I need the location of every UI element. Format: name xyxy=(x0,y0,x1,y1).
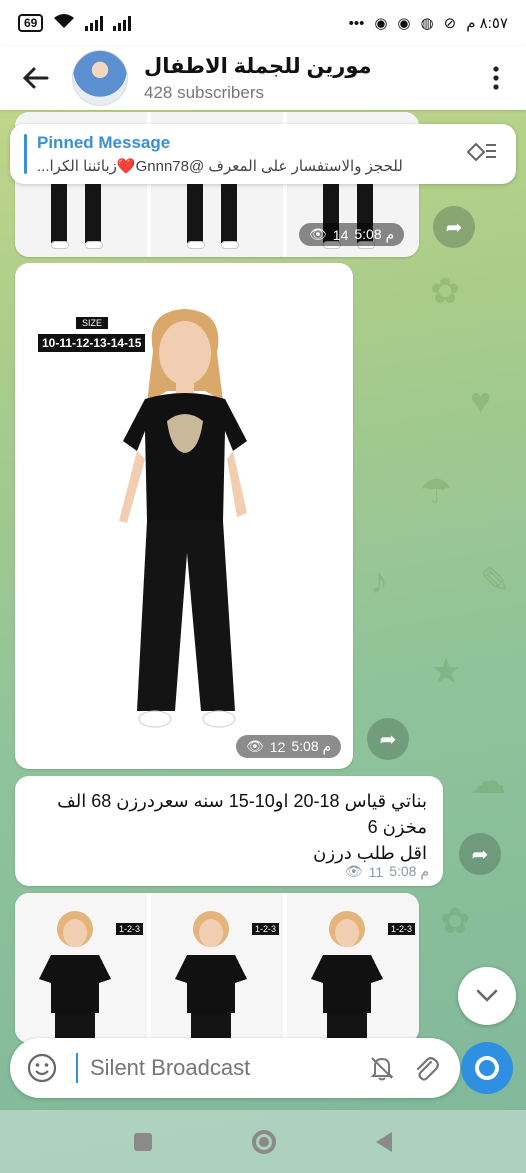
home-icon[interactable] xyxy=(252,1129,276,1154)
battery-indicator: 69 xyxy=(18,14,44,32)
photo-album-message[interactable]: 1-2-3 1-2-3 1-2-3 xyxy=(15,893,419,1043)
product-photo xyxy=(175,911,247,1043)
alarm-off-icon: ⊘ xyxy=(443,15,457,32)
subscriber-count: 428 subscribers xyxy=(144,82,265,102)
back-arrow-icon[interactable] xyxy=(0,46,72,110)
channel-avatar[interactable] xyxy=(72,50,128,106)
album-photo[interactable]: 1-2-3 xyxy=(151,893,283,1043)
view-count: 14 xyxy=(332,226,349,243)
view-count: 12 xyxy=(269,738,286,755)
message-input[interactable] xyxy=(90,1055,360,1081)
channel-title: مورين للجملة الاطفال xyxy=(144,54,372,78)
message-meta: 👁 11 5:08 م xyxy=(345,863,429,880)
wifi-icon xyxy=(53,13,75,33)
eye-icon: 👁 xyxy=(246,738,264,754)
more-notifications-icon: ••• xyxy=(348,14,365,32)
pinned-message-bar[interactable]: Pinned Message للحجز والاستفسار على المع… xyxy=(10,124,516,184)
signal-icon xyxy=(85,15,104,31)
pin-list-icon[interactable] xyxy=(462,140,502,168)
status-bar: 69 ••• ◉ ◉ ◍ ⊘ ٨:٥٧ م xyxy=(0,0,526,46)
camera-button[interactable] xyxy=(461,1042,513,1094)
message-meta: 👁 14 5:08 م xyxy=(299,223,405,246)
message-time: 5:08 م xyxy=(389,863,429,879)
view-count: 11 xyxy=(368,863,384,880)
message-time: 5:08 م xyxy=(354,226,395,242)
recents-icon[interactable] xyxy=(134,1132,152,1151)
pinned-text: للحجز والاستفسار على المعرف @Gnnn78❤️زبا… xyxy=(37,158,403,175)
product-photo xyxy=(119,309,247,728)
messenger-icon-2: ◉ xyxy=(397,15,411,32)
size-badge: 1-2-3 xyxy=(387,923,415,935)
message-time: 5:08 م xyxy=(291,738,332,754)
signal-icon-2 xyxy=(113,15,132,31)
size-badge: 1-2-3 xyxy=(251,923,279,935)
forward-icon[interactable]: ➦ xyxy=(367,718,409,760)
product-photo xyxy=(311,911,383,1043)
clock-time: ٨:٥٧ م xyxy=(466,15,508,32)
photo-message[interactable]: SIZE 10-11-12-13-14-15 👁 12 5:08 م xyxy=(15,263,353,769)
forward-icon[interactable]: ➦ xyxy=(459,833,501,875)
pinned-indicator xyxy=(24,134,27,174)
chevron-down-icon xyxy=(476,989,498,1002)
message-composer xyxy=(10,1038,460,1098)
channel-info[interactable]: مورين للجملة الاطفال 428 subscribers xyxy=(144,54,466,103)
more-menu-icon[interactable] xyxy=(466,46,526,110)
emoji-icon[interactable] xyxy=(22,1048,62,1088)
camera-icon xyxy=(475,1056,499,1080)
eye-icon: 👁 xyxy=(309,226,327,242)
size-badge: 1-2-3 xyxy=(115,923,143,935)
back-icon[interactable] xyxy=(376,1131,392,1152)
album-photo[interactable]: 1-2-3 xyxy=(287,893,419,1043)
scroll-to-bottom-button[interactable] xyxy=(458,967,516,1025)
system-navigation-bar xyxy=(0,1110,526,1173)
message-meta: 👁 12 5:08 م xyxy=(236,735,342,758)
chat-header: مورين للجملة الاطفال 428 subscribers xyxy=(0,46,526,110)
message-line: بناتي قياس 18-20 او10-15 سنه سعردرزن 68 … xyxy=(57,791,427,811)
chat-icon: ◍ xyxy=(420,15,434,32)
message-line: مخزن 6 xyxy=(367,817,427,837)
silent-bell-icon[interactable] xyxy=(360,1046,404,1090)
messenger-icon: ◉ xyxy=(374,15,388,32)
album-photo[interactable]: 1-2-3 xyxy=(15,893,147,1043)
pinned-title: Pinned Message xyxy=(37,133,171,152)
eye-icon: 👁 xyxy=(344,863,363,879)
product-photo xyxy=(39,911,111,1043)
text-message[interactable]: بناتي قياس 18-20 او10-15 سنه سعردرزن 68 … xyxy=(15,776,443,886)
attach-icon[interactable] xyxy=(404,1046,448,1090)
forward-icon[interactable]: ➦ xyxy=(433,206,475,248)
